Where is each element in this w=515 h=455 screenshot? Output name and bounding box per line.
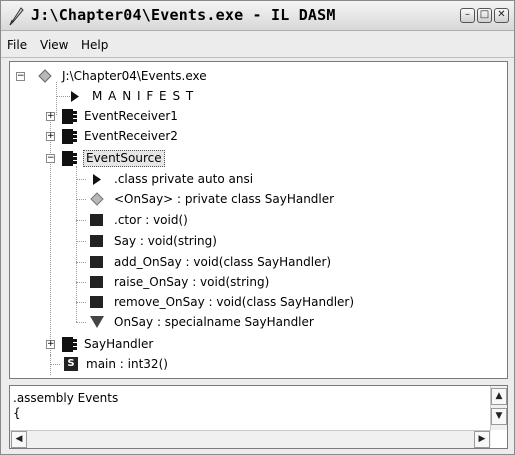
tree-node-event-onsay[interactable]: OnSay : specialname SayHandler [10,312,507,332]
expand-toggle[interactable]: + [46,132,55,141]
menu-view[interactable]: View [40,38,68,52]
tree-node-eventsource[interactable]: − EventSource [10,148,507,168]
collapse-toggle[interactable]: − [46,154,55,163]
title-bar[interactable]: J:\Chapter04\Events.exe - IL DASM – □ ✕ [1,1,514,31]
tree-node-sayhandler[interactable]: + SayHandler [10,334,507,354]
tree-node-method-add-onsay[interactable]: add_OnSay : void(class SayHandler) [10,252,507,272]
menu-bar: File View Help [1,32,514,58]
tree-node-eventreceiver2[interactable]: + EventReceiver2 [10,126,507,146]
field-diamond-icon [90,192,104,206]
triangle-right-icon [71,91,79,102]
scroll-left-button[interactable]: ◀ [11,431,27,448]
horizontal-scrollbar[interactable]: ◀ ▶ [10,430,491,448]
tree-node-label: remove_OnSay : void(class SayHandler) [114,295,355,309]
tree-node-main[interactable]: S main : int32() [10,354,507,374]
expand-toggle[interactable]: + [46,112,55,121]
class-icon [62,337,77,352]
tree-node-method-remove-onsay[interactable]: remove_OnSay : void(class SayHandler) [10,292,507,312]
static-method-icon: S [64,357,78,371]
tree-node-label: EventReceiver1 [84,109,178,123]
class-icon [62,129,77,144]
tree-node-class-directive[interactable]: .class private auto ansi [10,169,507,189]
tree-node-method-raise-onsay[interactable]: raise_OnSay : void(string) [10,272,507,292]
method-icon [90,296,103,308]
vertical-scrollbar[interactable]: ▲ ▼ [490,386,507,430]
scroll-up-button[interactable]: ▲ [491,388,507,405]
assembly-diamond-icon [38,69,52,83]
tree-node-eventreceiver1[interactable]: + EventReceiver1 [10,106,507,126]
scroll-right-button[interactable]: ▶ [474,431,490,448]
tree-node-root[interactable]: − J:\Chapter04\Events.exe [10,66,507,86]
method-icon [90,214,103,226]
minimize-button[interactable]: – [460,8,475,23]
scroll-down-button[interactable]: ▼ [491,408,507,425]
tree-node-field-onsay[interactable]: <OnSay> : private class SayHandler [10,189,507,209]
window-title: J:\Chapter04\Events.exe - IL DASM [31,6,336,24]
tree-node-method-ctor[interactable]: .ctor : void() [10,210,507,230]
code-line: { [13,406,21,420]
tree-node-label: OnSay : specialname SayHandler [114,315,314,329]
class-icon [62,109,77,124]
tree-node-label: <OnSay> : private class SayHandler [114,192,335,206]
method-icon [90,276,103,288]
maximize-button[interactable]: □ [477,8,492,23]
method-icon [90,235,103,247]
tree-node-label: Say : void(string) [114,234,217,248]
triangle-right-icon [93,174,101,185]
tree-node-label: M A N I F E S T [92,89,195,103]
event-triangle-icon [90,316,104,328]
tree-node-label: SayHandler [84,337,154,351]
class-icon [62,151,77,166]
collapse-toggle[interactable]: − [16,72,25,81]
tree-node-label: main : int32() [86,357,168,371]
close-button[interactable]: ✕ [494,8,509,23]
tree-node-label: .ctor : void() [114,213,188,227]
tree-node-label: .class private auto ansi [114,172,254,186]
tree-node-label: raise_OnSay : void(string) [114,275,270,289]
tree-node-label: add_OnSay : void(class SayHandler) [114,255,332,269]
method-icon [90,256,103,268]
menu-file[interactable]: File [7,38,27,52]
code-line: .assembly Events [13,391,119,405]
tree-view[interactable]: − J:\Chapter04\Events.exe M A N I F E S … [9,61,508,379]
tree-node-method-say[interactable]: Say : void(string) [10,231,507,251]
il-code-pane[interactable]: .assembly Events { ▲ ▼ ◀ ▶ [9,385,508,449]
tree-node-manifest[interactable]: M A N I F E S T [10,86,507,106]
ildasm-feather-icon [9,7,24,26]
tree-node-label: J:\Chapter04\Events.exe [62,69,207,83]
expand-toggle[interactable]: + [46,340,55,349]
ildasm-window: J:\Chapter04\Events.exe - IL DASM – □ ✕ … [0,0,515,455]
menu-help[interactable]: Help [81,38,108,52]
tree-node-label: EventReceiver2 [84,129,178,143]
tree-node-label-selected: EventSource [83,150,165,167]
